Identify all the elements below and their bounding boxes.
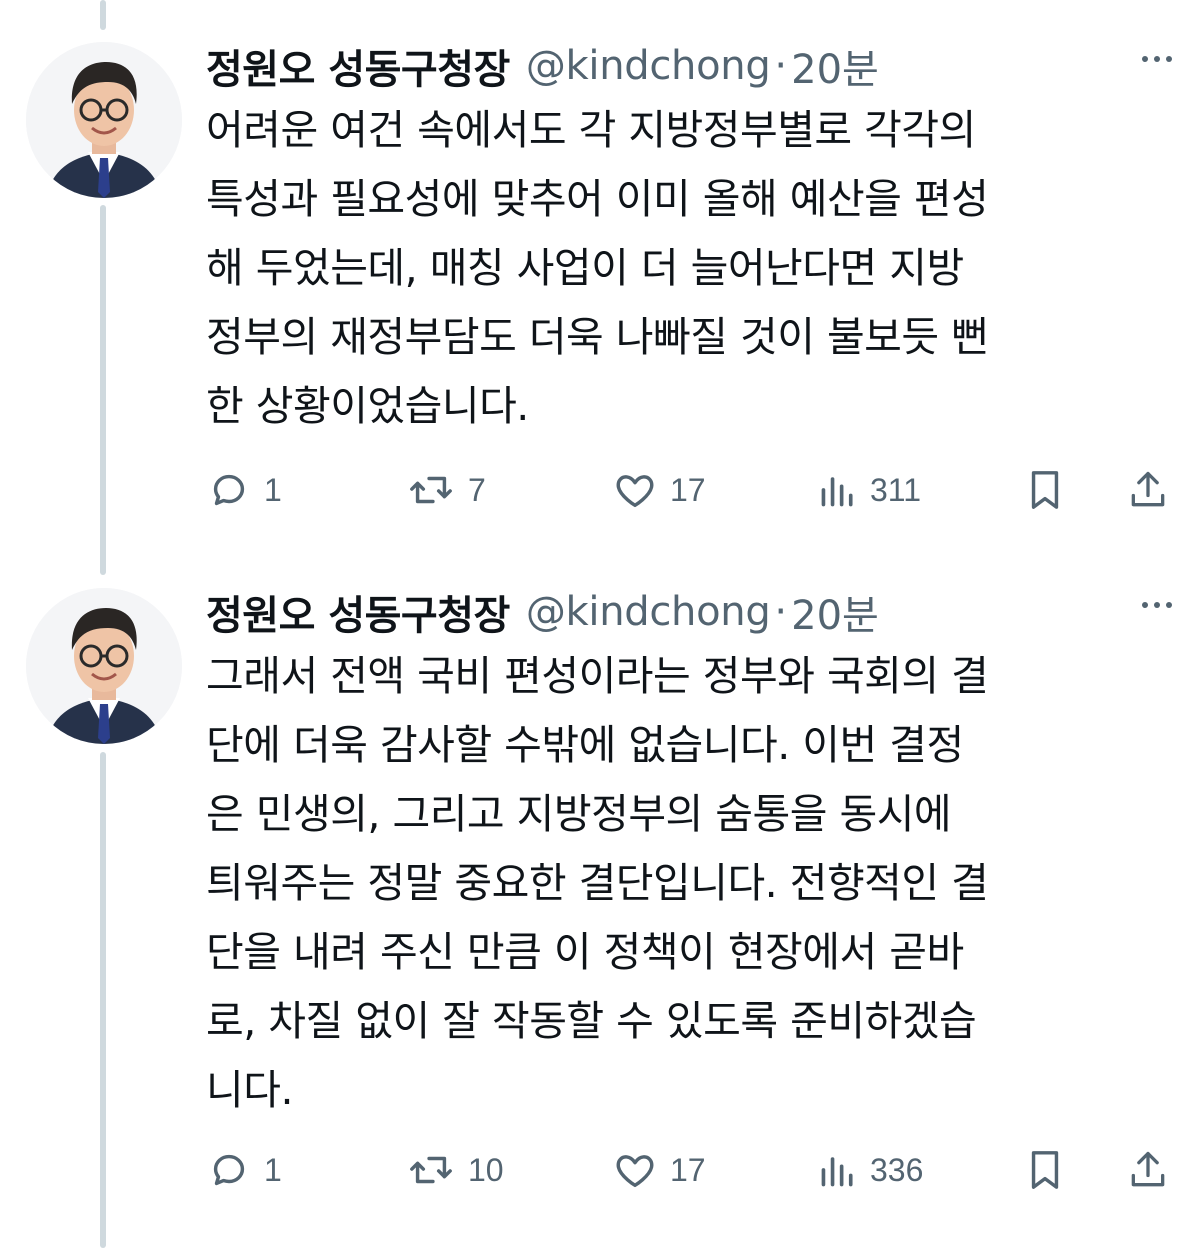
tweet-text: 그래서 전액 국비 편성이라는 정부와 국회의 결 단에 더욱 감사할 수밖에 … [206,642,1166,1125]
text-line: 정부의 재정부담도 더욱 나빠질 것이 불보듯 뻔 [206,313,989,361]
avatar[interactable] [26,42,182,198]
like-count: 17 [670,1151,706,1188]
repost-icon [406,467,456,513]
bookmark-icon [1024,467,1066,513]
more-icon[interactable] [1142,56,1172,62]
reply-count: 1 [264,471,282,508]
tweet-header: 정원오 성동구청장 @kindchong · 20분 [206,36,879,96]
share-icon [1126,1147,1170,1193]
bookmark-button[interactable] [1024,1140,1066,1200]
avatar[interactable] [26,588,182,744]
like-icon [612,467,658,513]
text-line: 틔워주는 정말 중요한 결단입니다. 전향적인 결 [206,859,989,907]
views-button[interactable]: 311 [818,460,921,520]
more-icon[interactable] [1142,602,1172,608]
text-line: 그래서 전액 국비 편성이라는 정부와 국회의 결 [206,652,989,700]
views-count: 336 [870,1151,924,1188]
reply-button[interactable]: 1 [206,1140,282,1200]
thread-line-top [100,0,106,30]
action-bar: 1 7 17 311 [206,460,1176,520]
like-button[interactable]: 17 [612,1140,706,1200]
text-line: 단에 더욱 감사할 수밖에 없습니다. 이번 결정 [206,721,964,769]
repost-icon [406,1147,456,1193]
share-button[interactable] [1126,1140,1170,1200]
share-icon [1126,467,1170,513]
bookmark-icon [1024,1147,1066,1193]
share-button[interactable] [1126,460,1170,520]
repost-count: 7 [468,471,486,508]
views-icon [818,467,858,513]
tweet-1[interactable]: 정원오 성동구청장 @kindchong · 20분 어려운 여건 속에서도 각… [0,36,1200,536]
views-icon [818,1147,858,1193]
action-bar: 1 10 17 336 [206,1140,1176,1200]
author-handle[interactable]: @kindchong [526,589,771,635]
author-handle[interactable]: @kindchong [526,43,771,89]
author-name[interactable]: 정원오 성동구청장 [206,583,510,641]
text-line: 특성과 필요성에 맞추어 이미 올해 예산을 편성 [206,175,989,223]
views-button[interactable]: 336 [818,1140,923,1200]
views-count: 311 [870,471,922,508]
like-button[interactable]: 17 [612,460,706,520]
repost-count: 10 [468,1151,504,1188]
timestamp[interactable]: 20분 [791,37,879,95]
repost-button[interactable]: 10 [406,1140,504,1200]
text-line: 어려운 여건 속에서도 각 지방정부별로 각각의 [206,106,976,154]
like-count: 17 [670,471,706,508]
reply-icon [206,467,252,513]
text-line: 한 상황이었습니다. [206,382,529,430]
separator-dot: · [774,589,788,635]
like-icon [612,1147,658,1193]
tweet-header: 정원오 성동구청장 @kindchong · 20분 [206,582,879,642]
reply-button[interactable]: 1 [206,460,282,520]
text-line: 해 두었는데, 매칭 사업이 더 늘어난다면 지방 [206,244,964,292]
text-line: 단을 내려 주신 만큼 이 정책이 현장에서 곧바 [206,928,964,976]
tweet-2[interactable]: 정원오 성동구청장 @kindchong · 20분 그래서 전액 국비 편성이… [0,582,1200,1242]
bookmark-button[interactable] [1024,460,1066,520]
text-line: 니다. [206,1066,293,1114]
timestamp[interactable]: 20분 [791,583,879,641]
author-name[interactable]: 정원오 성동구청장 [206,37,510,95]
repost-button[interactable]: 7 [406,460,486,520]
text-line: 로, 차질 없이 잘 작동할 수 있도록 준비하겠습 [206,997,977,1045]
reply-icon [206,1147,252,1193]
separator-dot: · [774,43,788,89]
text-line: 은 민생의, 그리고 지방정부의 숨통을 동시에 [206,790,952,838]
tweet-text: 어려운 여건 속에서도 각 지방정부별로 각각의 특성과 필요성에 맞추어 이미… [206,96,1166,441]
reply-count: 1 [264,1151,282,1188]
